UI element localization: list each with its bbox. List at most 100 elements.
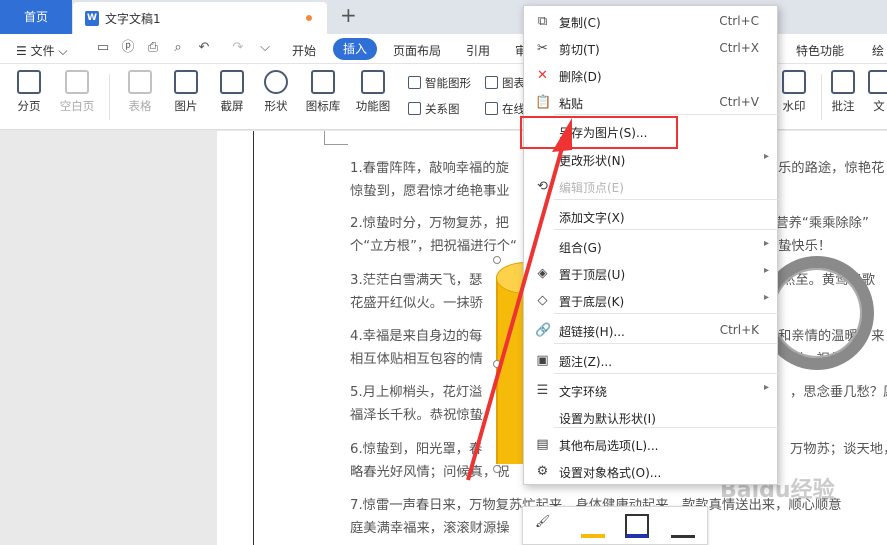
menu-item-13[interactable]: ▣ 题注(Z)...: [524, 347, 777, 374]
screenshot-button[interactable]: 截屏: [213, 70, 251, 114]
screenshot-icon: [220, 70, 244, 94]
edit-points-icon: ⟲: [537, 179, 548, 194]
tab-page-layout[interactable]: 页面布局: [393, 42, 441, 59]
print-preview-icon[interactable]: ⌕: [171, 41, 185, 55]
layout-icon: ▤: [536, 437, 549, 452]
watermark-button[interactable]: 水印: [776, 70, 812, 114]
save-icon[interactable]: ▭: [96, 41, 110, 55]
tab-references[interactable]: 引用: [466, 42, 490, 59]
menu-item-14[interactable]: ☰ 文字环绕 ▸: [524, 377, 777, 404]
table-label: 表格: [128, 99, 152, 113]
menu-item-8[interactable]: 添加文字(X): [524, 203, 777, 230]
menu-item-15[interactable]: 设置为默认形状(I): [524, 404, 777, 431]
resize-handle[interactable]: [493, 465, 501, 473]
textbox-button[interactable]: 文: [868, 70, 887, 114]
watermark-icon: [782, 70, 806, 94]
file-menu[interactable]: ☰ 文件 ⌵: [16, 42, 68, 59]
menu-item-label: 复制(C): [559, 16, 601, 30]
watermark-label: 水印: [782, 99, 806, 113]
menu-shortcut: Ctrl+C: [719, 14, 759, 28]
function-chart-button[interactable]: 功能图: [350, 70, 396, 114]
tab-draw[interactable]: 绘: [872, 42, 884, 59]
fill-color-icon[interactable]: [581, 514, 605, 538]
scissors-icon: ✂: [537, 41, 548, 56]
paragraph-line: 花盛开红似火。一抹骄: [350, 296, 483, 311]
redo-icon[interactable]: ↷: [231, 41, 245, 55]
margin-line: [253, 131, 254, 545]
relation-chart-button[interactable]: 关系图: [408, 101, 460, 117]
tab-document[interactable]: W 文字文稿1: [73, 2, 327, 34]
outline-color-icon[interactable]: [625, 514, 649, 538]
menu-item-10[interactable]: ◈ 置于顶层(U) ▸: [524, 260, 777, 287]
tab-insert[interactable]: 插入: [333, 38, 378, 60]
file-menu-label: 文件: [30, 44, 55, 58]
word-doc-icon: W: [85, 11, 99, 26]
menu-item-label: 删除(D): [559, 70, 602, 84]
menu-item-label: 设置为默认形状(I): [559, 412, 656, 426]
shapes-button[interactable]: 形状: [258, 70, 294, 114]
comment-button[interactable]: 批注: [828, 70, 858, 114]
menu-item-7[interactable]: ⟲ 编辑顶点(E): [524, 173, 777, 200]
menu-item-label: 置于底层(K): [559, 295, 625, 309]
chart-label: 图表: [502, 76, 525, 90]
menu-item-3[interactable]: ✕ 删除(D): [524, 62, 777, 89]
format-style-icon[interactable]: [671, 514, 695, 538]
menu-shortcut: Ctrl+X: [719, 41, 759, 55]
blank-page-button[interactable]: 空白页: [56, 70, 98, 114]
undo-icon[interactable]: ↶: [197, 41, 211, 55]
table-button[interactable]: 表格: [120, 70, 160, 114]
format-painter-icon[interactable]: ⓟ: [121, 41, 135, 55]
online-chart-label: 在线: [502, 102, 525, 116]
bring-front-icon: ◈: [537, 266, 548, 281]
picture-button[interactable]: 图片: [168, 70, 204, 114]
tab-special-features[interactable]: 特色功能: [796, 42, 844, 59]
menu-item-4[interactable]: 📋 粘贴 Ctrl+V: [524, 89, 777, 116]
menu-item-label: 题注(Z)...: [559, 355, 613, 369]
copy-icon: ⧉: [537, 14, 548, 29]
menu-item-label: 粘贴: [559, 97, 584, 111]
menu-item-11[interactable]: ◇ 置于底层(K) ▸: [524, 287, 777, 314]
menu-item-label: 设置对象格式(O)...: [559, 466, 662, 480]
menu-item-17[interactable]: ⚙ 设置对象格式(O)...: [524, 458, 777, 485]
submenu-arrow-icon: ▸: [763, 151, 769, 162]
smart-graphic-button[interactable]: 智能图形: [408, 75, 471, 91]
paragraph-line: 3.茫茫白雪满天飞，瑟: [350, 273, 483, 288]
print-icon[interactable]: ⎙: [146, 41, 160, 55]
menu-item-label: 文字环绕: [559, 385, 608, 399]
icon-library-button[interactable]: 图标库: [304, 70, 342, 114]
menu-item-16[interactable]: ▤ 其他布局选项(L)...: [524, 431, 777, 458]
blank-page-icon: [65, 70, 89, 94]
page-break-button[interactable]: 分页: [10, 70, 48, 114]
function-chart-label: 功能图: [355, 99, 391, 113]
paragraph-line-tail: 蛰快乐！: [778, 239, 832, 254]
quick-access-more-icon[interactable]: ⌵: [258, 41, 272, 55]
menu-item-1[interactable]: ⧉ 复制(C) Ctrl+C: [524, 8, 777, 35]
online-chart-button[interactable]: 在线: [485, 101, 525, 117]
textbox-label: 文: [873, 99, 885, 113]
resize-handle[interactable]: [493, 360, 501, 368]
style-brush-icon[interactable]: 🖌: [535, 514, 559, 538]
shapes-label: 形状: [264, 99, 288, 113]
page-break-label: 分页: [17, 99, 41, 113]
paragraph-line: 6.惊蛰到，阳光罩，春: [350, 442, 483, 457]
relation-chart-label: 关系图: [425, 102, 460, 116]
tab-start[interactable]: 开始: [292, 42, 316, 59]
menu-item-9[interactable]: 组合(G) ▸: [524, 233, 777, 260]
new-tab-button[interactable]: +: [340, 3, 357, 27]
chart-button[interactable]: 图表: [485, 75, 525, 91]
paragraph-line-tail: ，思念垂几愁？愿: [790, 385, 887, 400]
delete-icon: ✕: [537, 68, 548, 83]
menu-item-label: 超链接(H)...: [559, 325, 625, 339]
paragraph-line: 相互体贴相互包容的情: [350, 352, 483, 367]
screenshot-label: 截屏: [220, 99, 244, 113]
menu-item-12[interactable]: 🔗 超链接(H)... Ctrl+K: [524, 317, 777, 344]
relation-chart-icon: [408, 102, 421, 115]
margin-corner-mark: [324, 131, 348, 145]
menu-item-6[interactable]: 更改形状(N) ▸: [524, 146, 777, 173]
resize-handle[interactable]: [493, 256, 501, 264]
text-wrap-icon: ☰: [536, 383, 549, 398]
menu-item-2[interactable]: ✂ 剪切(T) Ctrl+X: [524, 35, 777, 62]
menu-shortcut: Ctrl+K: [719, 323, 759, 337]
tab-home[interactable]: 首页: [0, 0, 72, 34]
highlight-box: [520, 116, 678, 149]
